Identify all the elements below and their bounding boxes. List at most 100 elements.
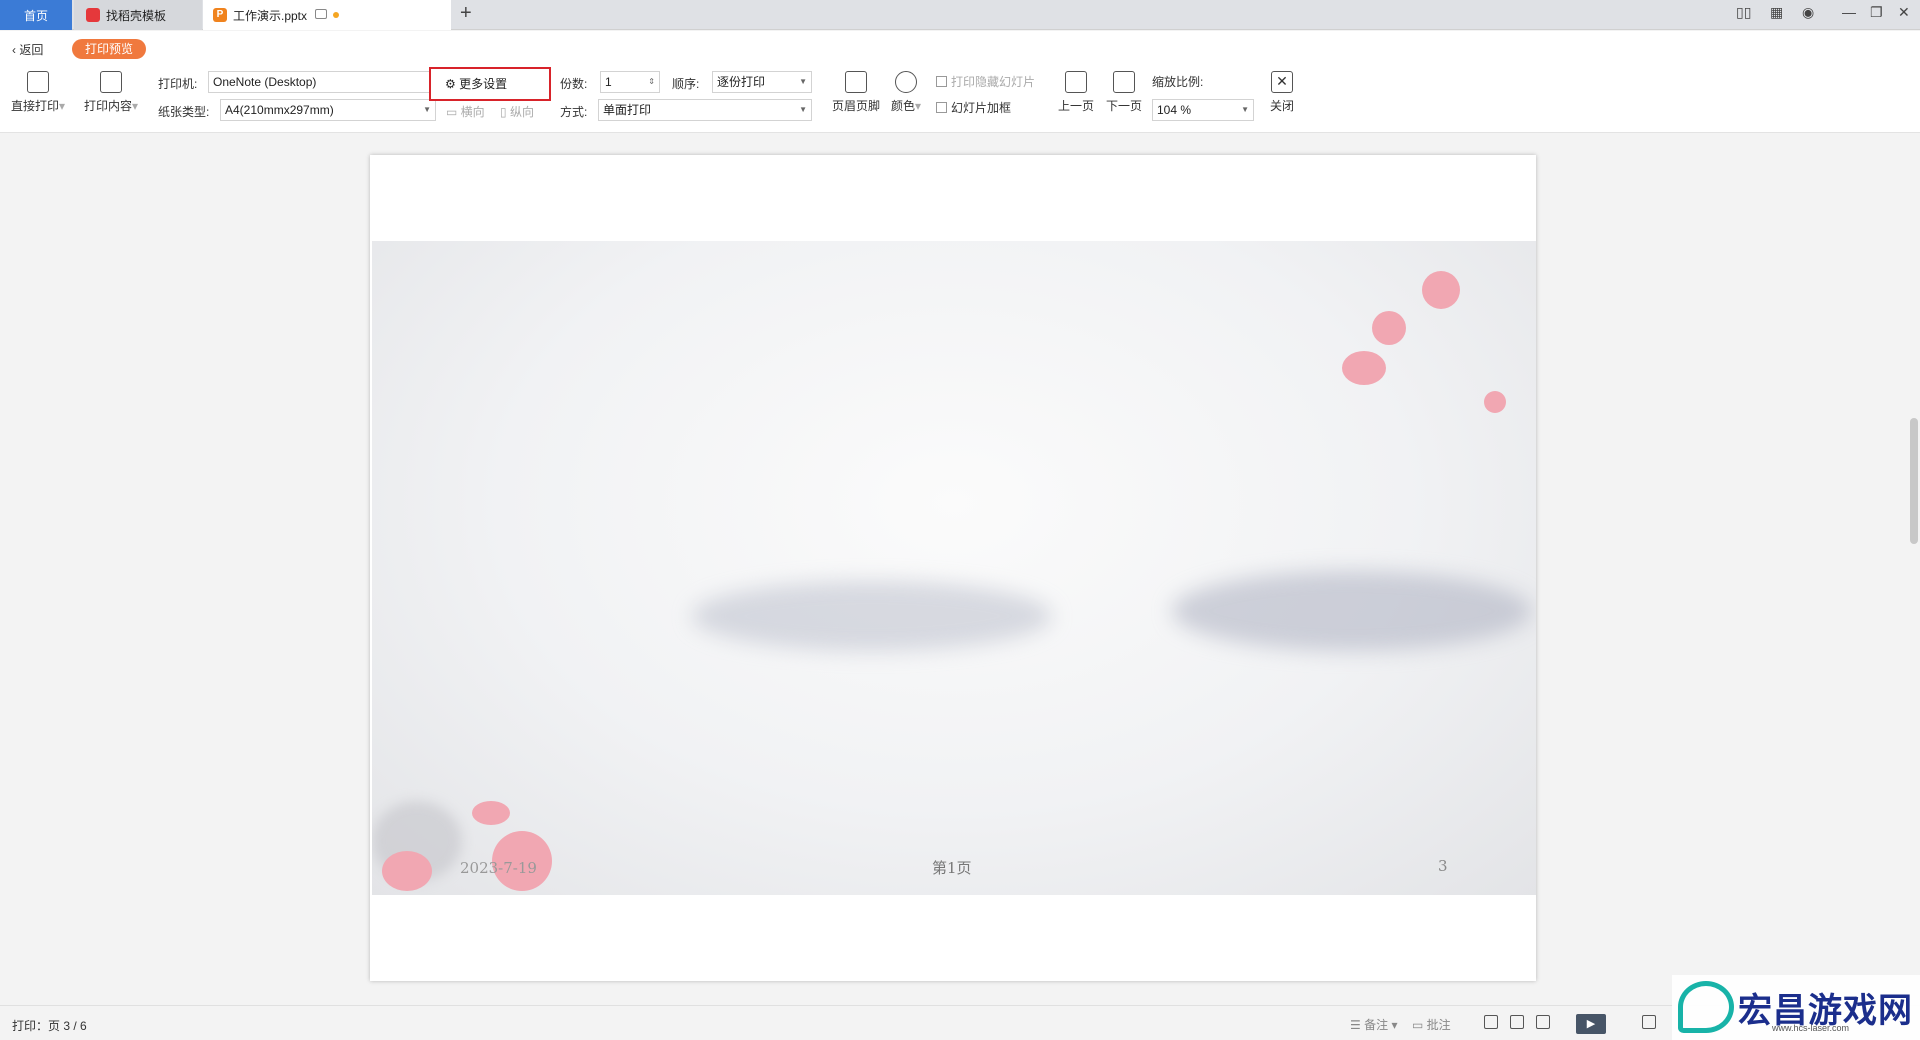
status-bar: 打印：页 3 / 6 ☰ 备注 ▾ ▭ 批注 ▶ — [0, 1005, 1920, 1040]
avatar[interactable]: ◉ — [1802, 4, 1814, 21]
vertical-scrollbar[interactable] — [1908, 133, 1920, 1005]
print-page-info: 打印：页 3 / 6 — [12, 1019, 87, 1033]
header-footer-button[interactable]: 页眉页脚 — [828, 71, 884, 114]
close-window-icon[interactable]: ✕ — [1898, 4, 1910, 21]
landscape-option[interactable]: ▭ 横向 — [446, 103, 485, 120]
reading-view-icon[interactable] — [1536, 1015, 1550, 1029]
chevron-down-icon: ▼ — [799, 77, 807, 86]
order-label: 顺序: — [672, 77, 700, 91]
mist-cloud — [1172, 571, 1532, 651]
slide-sorter-icon[interactable] — [1510, 1015, 1524, 1029]
portrait-label: 纵向 — [509, 105, 534, 119]
back-label: 返回 — [19, 43, 44, 57]
more-settings-button[interactable]: ⚙ 更多设置 — [429, 67, 551, 101]
tab-template[interactable]: 找稻壳模板 — [74, 0, 202, 30]
prev-page-label: 上一页 — [1057, 99, 1094, 113]
close-label: 关闭 — [1269, 99, 1294, 113]
tab-home[interactable]: 首页 — [0, 0, 72, 30]
order-value: 逐份打印 — [717, 75, 766, 89]
stepper-arrows-icon[interactable]: ⇕ — [648, 72, 655, 92]
direct-print-button[interactable]: 直接打印▾ — [10, 71, 66, 114]
blossom-decoration — [1484, 391, 1506, 413]
more-settings-label: 更多设置 — [459, 77, 508, 91]
play-slideshow-button[interactable]: ▶ — [1576, 1014, 1606, 1034]
print-content-icon — [100, 71, 122, 93]
tab-home-label: 首页 — [23, 8, 48, 23]
chevron-down-icon: ▼ — [799, 105, 807, 114]
printer-label: 打印机: — [158, 77, 198, 91]
reading-mode-icon[interactable]: ▯▯ — [1736, 4, 1751, 21]
normal-view-icon[interactable] — [1484, 1015, 1498, 1029]
blossom-decoration — [382, 851, 432, 891]
tab-template-label: 找稻壳模板 — [106, 8, 167, 23]
copies-label: 份数: — [560, 77, 588, 91]
zoom-value: 104 % — [1157, 103, 1192, 117]
print-hidden-slides-label: 打印隐藏幻灯片 — [951, 75, 1036, 89]
zoom-select[interactable]: 104 % ▼ — [1152, 99, 1254, 121]
scrollbar-thumb[interactable] — [1910, 418, 1918, 544]
mist-cloud — [692, 581, 1052, 651]
print-content-button[interactable]: 打印内容▾ — [80, 71, 142, 114]
cast-icon[interactable] — [315, 9, 327, 19]
prev-page-button[interactable]: 上一页 — [1054, 71, 1098, 114]
next-page-button[interactable]: 下一页 — [1102, 71, 1146, 114]
slide-frame-checkbox[interactable]: 幻灯片加框 — [936, 99, 1011, 116]
blossom-decoration — [1372, 311, 1406, 345]
notes-button[interactable]: ☰ 备注 ▾ — [1350, 1016, 1397, 1033]
tab-bar: 首页 找稻壳模板 P 工作演示.pptx + ▯▯ ▦ ◉ — ❐ ✕ — [0, 0, 1920, 30]
print-preview-page: 2023-7-19 第1页 3 — [370, 155, 1536, 981]
notes-label: 备注 — [1364, 1018, 1389, 1032]
print-hidden-slides-checkbox[interactable]: 打印隐藏幻灯片 — [936, 73, 1035, 90]
watermark-url: www.hcs-laser.com — [1772, 1023, 1850, 1033]
minimize-icon[interactable]: — — [1842, 4, 1856, 20]
next-page-icon — [1113, 71, 1135, 93]
slide-number: 3 — [1438, 857, 1448, 875]
landscape-icon: ▭ — [446, 105, 461, 119]
header-footer-icon — [845, 71, 867, 93]
comments-label: 批注 — [1426, 1018, 1451, 1032]
print-preview-badge: 打印预览 — [72, 39, 146, 59]
method-select[interactable]: 单面打印 ▼ — [598, 99, 812, 121]
print-content-label: 打印内容 — [83, 99, 132, 113]
blossom-decoration — [1422, 271, 1460, 309]
copies-value: 1 — [605, 75, 612, 89]
site-logo-icon — [1678, 981, 1734, 1033]
order-select[interactable]: 逐份打印 ▼ — [712, 71, 812, 93]
checkbox-icon — [936, 102, 947, 113]
zoom-label: 缩放比例: — [1152, 75, 1204, 89]
comment-icon: ▭ — [1412, 1018, 1427, 1032]
docer-logo-icon — [86, 8, 100, 22]
back-button[interactable]: ‹ 返回 — [12, 41, 43, 58]
header-footer-label: 页眉页脚 — [831, 99, 880, 113]
direct-print-label: 直接打印 — [10, 99, 59, 113]
portrait-icon: ▯ — [500, 105, 510, 119]
new-tab-button[interactable]: + — [460, 2, 472, 25]
tab-document[interactable]: P 工作演示.pptx — [203, 0, 451, 30]
close-icon: ✕ — [1271, 71, 1293, 93]
slide-date: 2023-7-19 — [460, 859, 537, 877]
restore-icon[interactable]: ❐ — [1870, 4, 1883, 21]
paper-type-select[interactable]: A4(210mmx297mm) ▼ — [220, 99, 436, 121]
landscape-label: 横向 — [460, 105, 485, 119]
unsaved-dot-icon — [333, 12, 339, 18]
gear-icon: ⚙ — [445, 77, 460, 91]
color-button[interactable]: 颜色▾ — [884, 71, 928, 114]
slide-page-text: 第1页 — [932, 859, 972, 877]
slide-frame-label: 幻灯片加框 — [951, 101, 1012, 115]
fit-window-icon[interactable] — [1642, 1015, 1656, 1029]
presentation-file-icon: P — [213, 8, 227, 22]
tab-document-label: 工作演示.pptx — [233, 8, 308, 23]
printer-select[interactable]: OneNote (Desktop) — [208, 71, 434, 93]
printer-value: OneNote (Desktop) — [213, 75, 317, 89]
print-preview-toolbar: ‹ 返回 打印预览 直接打印▾ 打印内容▾ 打印机: OneNote (Desk… — [0, 31, 1920, 133]
grid-view-icon[interactable]: ▦ — [1770, 4, 1783, 21]
site-watermark: 宏昌游戏网 www.hcs-laser.com — [1672, 975, 1920, 1040]
method-label: 方式: — [560, 105, 588, 119]
comments-button[interactable]: ▭ 批注 — [1412, 1016, 1451, 1033]
next-page-label: 下一页 — [1105, 99, 1142, 113]
close-preview-button[interactable]: ✕ 关闭 — [1262, 71, 1302, 114]
portrait-option[interactable]: ▯ 纵向 — [500, 103, 534, 120]
notes-icon: ☰ — [1350, 1018, 1365, 1032]
color-label: 颜色 — [890, 99, 915, 113]
copies-stepper[interactable]: 1 ⇕ — [600, 71, 660, 93]
